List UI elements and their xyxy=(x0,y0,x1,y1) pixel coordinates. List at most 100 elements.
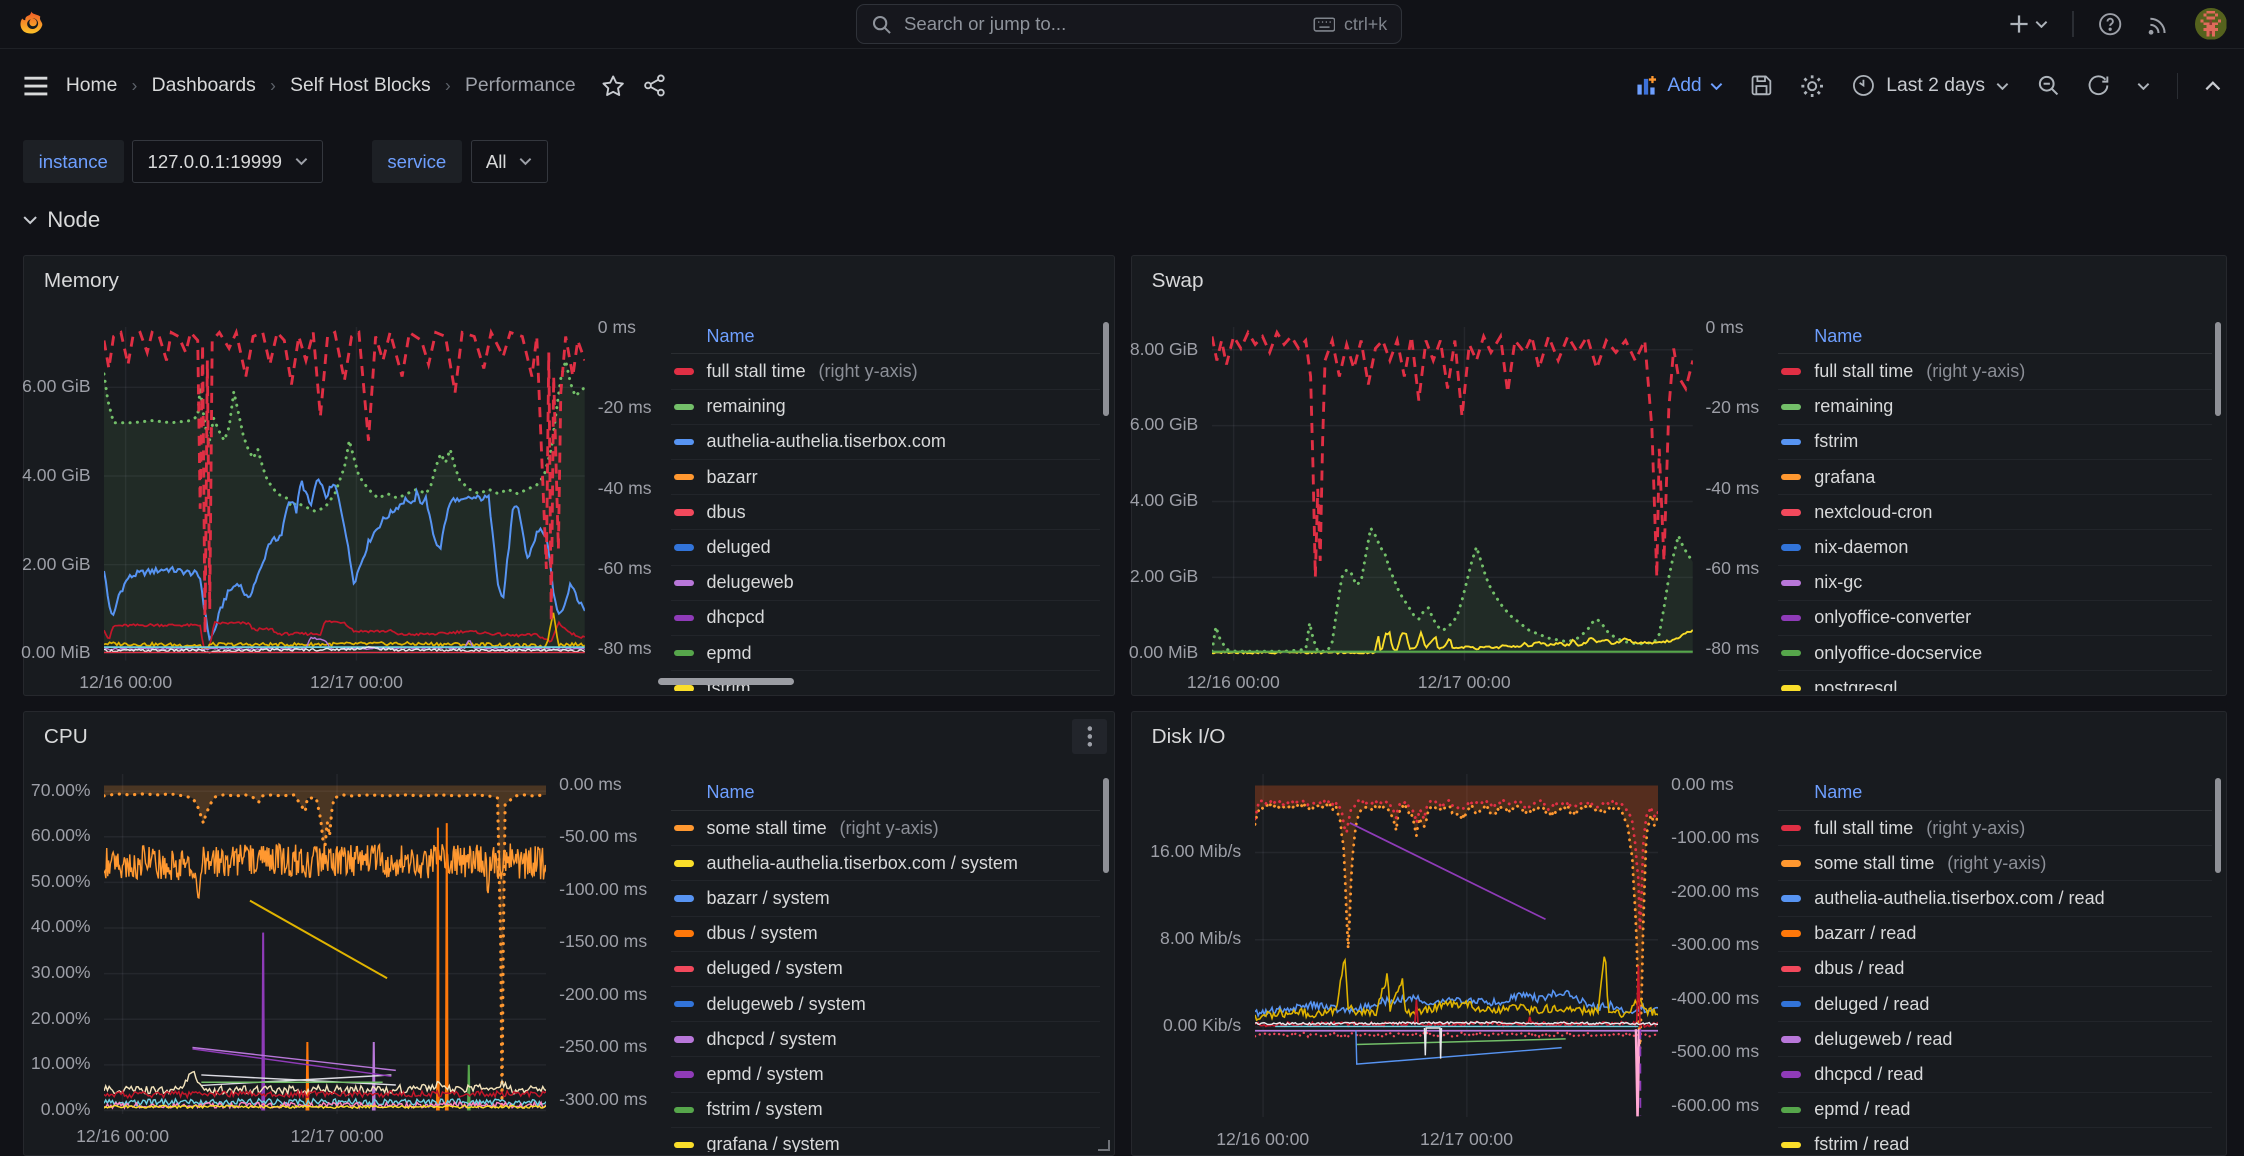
y-axis-left-tick: 8.00 Mib/s xyxy=(1160,928,1241,949)
variable-label-service[interactable]: service xyxy=(372,140,462,183)
legend-item[interactable]: onlyoffice-docservice xyxy=(1778,636,2212,671)
chart-canvas[interactable] xyxy=(104,327,585,660)
legend-item[interactable]: delugeweb xyxy=(671,566,1100,601)
legend-item[interactable]: dhcpcd / read xyxy=(1778,1057,2212,1092)
legend-item[interactable]: grafana / system xyxy=(671,1128,1100,1152)
series-color-dot xyxy=(1781,544,1801,550)
legend-item[interactable]: deluged / read xyxy=(1778,987,2212,1022)
legend-horizontal-scrollbar[interactable] xyxy=(658,678,794,685)
panel-resize-handle[interactable] xyxy=(1098,1140,1109,1151)
legend-item[interactable]: epmd xyxy=(671,636,1100,671)
legend-header-name[interactable]: Name xyxy=(1778,775,2212,811)
legend-item[interactable]: dbus xyxy=(671,495,1100,530)
y-axis-left-tick: 16.00 Mib/s xyxy=(1150,841,1241,862)
refresh-icon[interactable] xyxy=(2087,74,2110,97)
breadcrumb-folder[interactable]: Self Host Blocks xyxy=(290,75,431,97)
legend-item[interactable]: authelia-authelia.tiserbox.com / read xyxy=(1778,881,2212,916)
legend-item[interactable]: deluged / system xyxy=(671,952,1100,987)
legend-item[interactable]: remaining xyxy=(671,390,1100,425)
legend-item[interactable]: fstrim / system xyxy=(671,1093,1100,1128)
series-color-dot xyxy=(1781,966,1801,972)
legend-item[interactable]: remaining xyxy=(1778,390,2212,425)
legend-scrollbar[interactable] xyxy=(1103,322,1109,416)
toolbar-actions: Add Last 2 days xyxy=(1636,73,2221,99)
legend-item[interactable]: authelia-authelia.tiserbox.com / system xyxy=(671,846,1100,881)
zoom-out-icon[interactable] xyxy=(2037,74,2060,97)
series-color-dot xyxy=(674,1107,694,1113)
legend-header-name[interactable]: Name xyxy=(671,775,1100,811)
help-icon[interactable] xyxy=(2098,12,2122,36)
legend-item[interactable]: fstrim xyxy=(1778,425,2212,460)
y-axis-left-tick: 6.00 GiB xyxy=(22,376,90,397)
legend-item[interactable]: dbus / read xyxy=(1778,952,2212,987)
search-bar[interactable]: ctrl+k xyxy=(856,4,1403,44)
legend-item[interactable]: postgresql xyxy=(1778,671,2212,690)
panel-title[interactable]: Disk I/O xyxy=(1152,725,1226,749)
legend-scrollbar[interactable] xyxy=(2215,322,2221,416)
legend-item[interactable]: bazarr / system xyxy=(671,881,1100,916)
user-avatar[interactable] xyxy=(2195,8,2226,39)
settings-gear-icon[interactable] xyxy=(1800,74,1824,98)
variable-value-service[interactable]: All xyxy=(471,140,548,183)
add-button[interactable]: Add xyxy=(1636,75,1723,97)
legend-item[interactable]: bazarr xyxy=(671,460,1100,495)
variable-value-instance[interactable]: 127.0.0.1:19999 xyxy=(132,140,323,183)
x-axis-tick: 12/16 00:00 xyxy=(1169,672,1298,693)
legend-item[interactable]: nextcloud-cron xyxy=(1778,495,2212,530)
legend-item[interactable]: some stall time (right y-axis) xyxy=(671,811,1100,846)
chart-canvas[interactable] xyxy=(1212,327,1693,660)
variables-row: instance 127.0.0.1:19999 service All xyxy=(0,123,2244,183)
legend-item[interactable]: full stall time (right y-axis) xyxy=(671,354,1100,389)
legend-item[interactable]: dhcpcd xyxy=(671,601,1100,636)
favorite-star-icon[interactable] xyxy=(601,74,625,98)
legend-scrollbar[interactable] xyxy=(2215,778,2221,872)
collapse-toolbar-icon[interactable] xyxy=(2205,81,2221,91)
series-color-dot xyxy=(1781,439,1801,445)
legend-item[interactable]: delugeweb / read xyxy=(1778,1022,2212,1057)
search-input[interactable] xyxy=(904,13,1301,35)
panel-memory: Memory0.00 MiB2.00 GiB4.00 GiB6.00 GiB0 … xyxy=(23,255,1115,696)
panel-title[interactable]: CPU xyxy=(44,725,88,749)
menu-hamburger-icon[interactable] xyxy=(23,76,49,96)
chart-canvas[interactable] xyxy=(104,774,546,1115)
breadcrumb-dashboards[interactable]: Dashboards xyxy=(152,75,256,97)
legend-item[interactable]: delugeweb / system xyxy=(671,987,1100,1022)
legend-table: Namefull stall time (right y-axis)remain… xyxy=(671,319,1100,691)
legend-item[interactable]: fstrim / read xyxy=(1778,1128,2212,1152)
y-axis-left-tick: 0.00% xyxy=(41,1099,91,1120)
panel-title[interactable]: Memory xyxy=(44,269,119,293)
legend-item[interactable]: bazarr / read xyxy=(1778,917,2212,952)
legend-item[interactable]: grafana xyxy=(1778,460,2212,495)
legend-header-name[interactable]: Name xyxy=(671,319,1100,355)
legend-item[interactable]: onlyoffice-converter xyxy=(1778,601,2212,636)
panel-menu-kebab-icon[interactable] xyxy=(1072,719,1106,753)
legend-item[interactable]: authelia-authelia.tiserbox.com xyxy=(671,425,1100,460)
refresh-interval-chevron-icon[interactable] xyxy=(2137,82,2150,91)
legend-item[interactable]: nix-gc xyxy=(1778,566,2212,601)
news-rss-icon[interactable] xyxy=(2147,12,2171,36)
save-icon[interactable] xyxy=(1750,74,1773,97)
legend-item[interactable]: deluged xyxy=(671,530,1100,565)
legend-item[interactable]: full stall time (right y-axis) xyxy=(1778,354,2212,389)
row-header-node[interactable]: Node xyxy=(0,183,2244,233)
grafana-dashboard: ctrl+k xyxy=(0,0,2244,1156)
chart-canvas[interactable] xyxy=(1255,774,1659,1117)
panel-title[interactable]: Swap xyxy=(1152,269,1204,293)
legend-item[interactable]: some stall time (right y-axis) xyxy=(1778,846,2212,881)
share-icon[interactable] xyxy=(643,74,666,97)
breadcrumb-home[interactable]: Home xyxy=(66,75,118,97)
legend-item-label: deluged / system xyxy=(707,958,843,979)
legend-item[interactable]: nix-daemon xyxy=(1778,530,2212,565)
legend-item[interactable]: full stall time (right y-axis) xyxy=(1778,811,2212,846)
grafana-logo-icon[interactable] xyxy=(17,9,46,39)
legend-item[interactable]: epmd / read xyxy=(1778,1093,2212,1128)
time-range-picker[interactable]: Last 2 days xyxy=(1852,74,2009,97)
variable-label-instance[interactable]: instance xyxy=(23,140,124,183)
legend-header-name[interactable]: Name xyxy=(1778,319,2212,355)
series-color-dot xyxy=(674,966,694,972)
legend-scrollbar[interactable] xyxy=(1103,778,1109,872)
new-button[interactable] xyxy=(2009,14,2048,34)
legend-item[interactable]: dhcpcd / system xyxy=(671,1022,1100,1057)
legend-item[interactable]: dbus / system xyxy=(671,917,1100,952)
legend-item[interactable]: epmd / system xyxy=(671,1057,1100,1092)
